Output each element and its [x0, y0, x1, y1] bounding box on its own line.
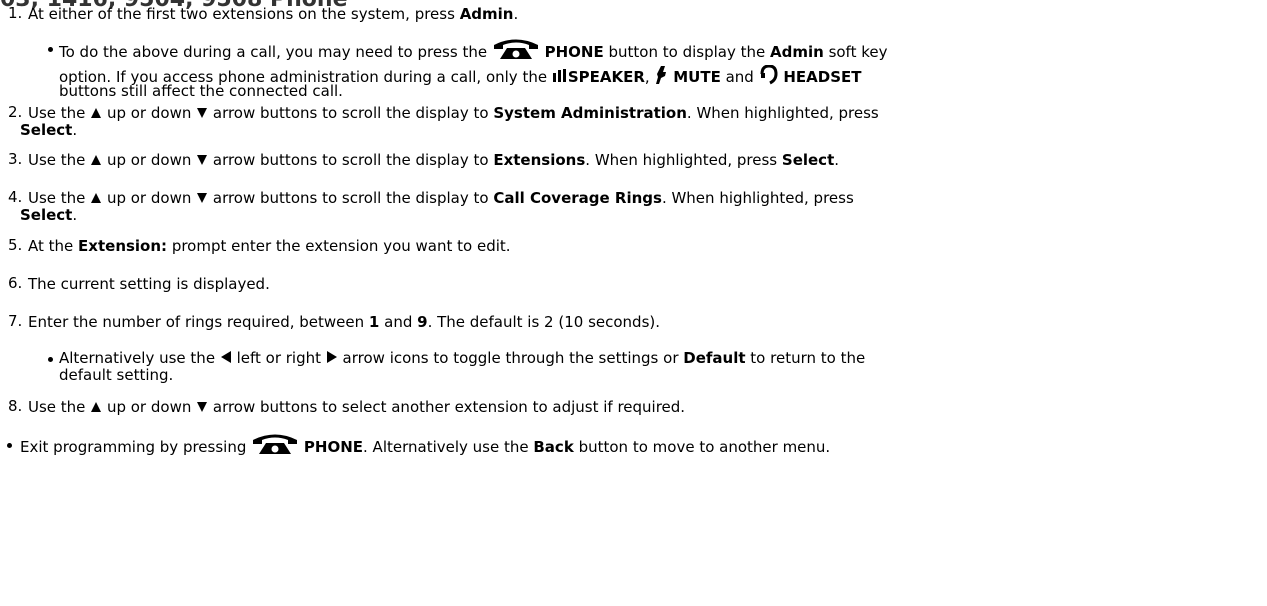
step-4-text-cont: Select.	[20, 206, 78, 224]
step-2-text-cont: Select.	[20, 121, 78, 139]
sub-7-text-cont: default setting.	[59, 366, 174, 384]
up-arrow-icon	[91, 193, 102, 203]
bullet	[48, 47, 53, 52]
right-arrow-icon	[326, 351, 337, 363]
sub-1-text-end: buttons still affect the connected call.	[59, 82, 343, 100]
step-1-number: 1.	[8, 4, 23, 22]
sub-7-text: Alternatively use the left or right arro…	[59, 349, 866, 367]
step-8-text: Use the up or down arrow buttons to sele…	[28, 398, 686, 416]
exit-text: Exit programming by pressing PHONE. Alte…	[20, 433, 830, 457]
up-arrow-icon	[91, 402, 102, 412]
bullet	[7, 443, 12, 448]
bullet	[48, 357, 53, 362]
phone-icon	[253, 434, 298, 454]
step-4-text: Use the up or down arrow buttons to scro…	[28, 189, 854, 207]
step-8-number: 8.	[8, 397, 23, 415]
speaker-icon	[552, 69, 566, 82]
step-6-number: 6.	[8, 274, 23, 292]
down-arrow-icon	[197, 155, 208, 165]
headset-icon	[760, 65, 778, 85]
up-arrow-icon	[91, 108, 102, 118]
down-arrow-icon	[197, 402, 208, 412]
phone-icon	[493, 39, 538, 59]
step-3-number: 3.	[8, 150, 23, 168]
step-3-text: Use the up or down arrow buttons to scro…	[28, 151, 840, 169]
step-7-number: 7.	[8, 312, 23, 330]
mute-icon	[656, 66, 667, 84]
sub-1-text: To do the above during a call, you may n…	[59, 38, 887, 62]
step-5-number: 5.	[8, 236, 23, 254]
down-arrow-icon	[197, 108, 208, 118]
left-arrow-icon	[220, 351, 231, 363]
step-7-text: Enter the number of rings required, betw…	[28, 313, 661, 331]
step-1-text: At either of the first two extensions on…	[28, 5, 519, 23]
down-arrow-icon	[197, 193, 208, 203]
up-arrow-icon	[91, 155, 102, 165]
step-2-text: Use the up or down arrow buttons to scro…	[28, 104, 879, 122]
step-5-text: At the Extension: prompt enter the exten…	[28, 237, 511, 255]
step-6-text: The current setting is displayed.	[28, 275, 270, 293]
step-4-number: 4.	[8, 188, 23, 206]
step-2-number: 2.	[8, 103, 23, 121]
